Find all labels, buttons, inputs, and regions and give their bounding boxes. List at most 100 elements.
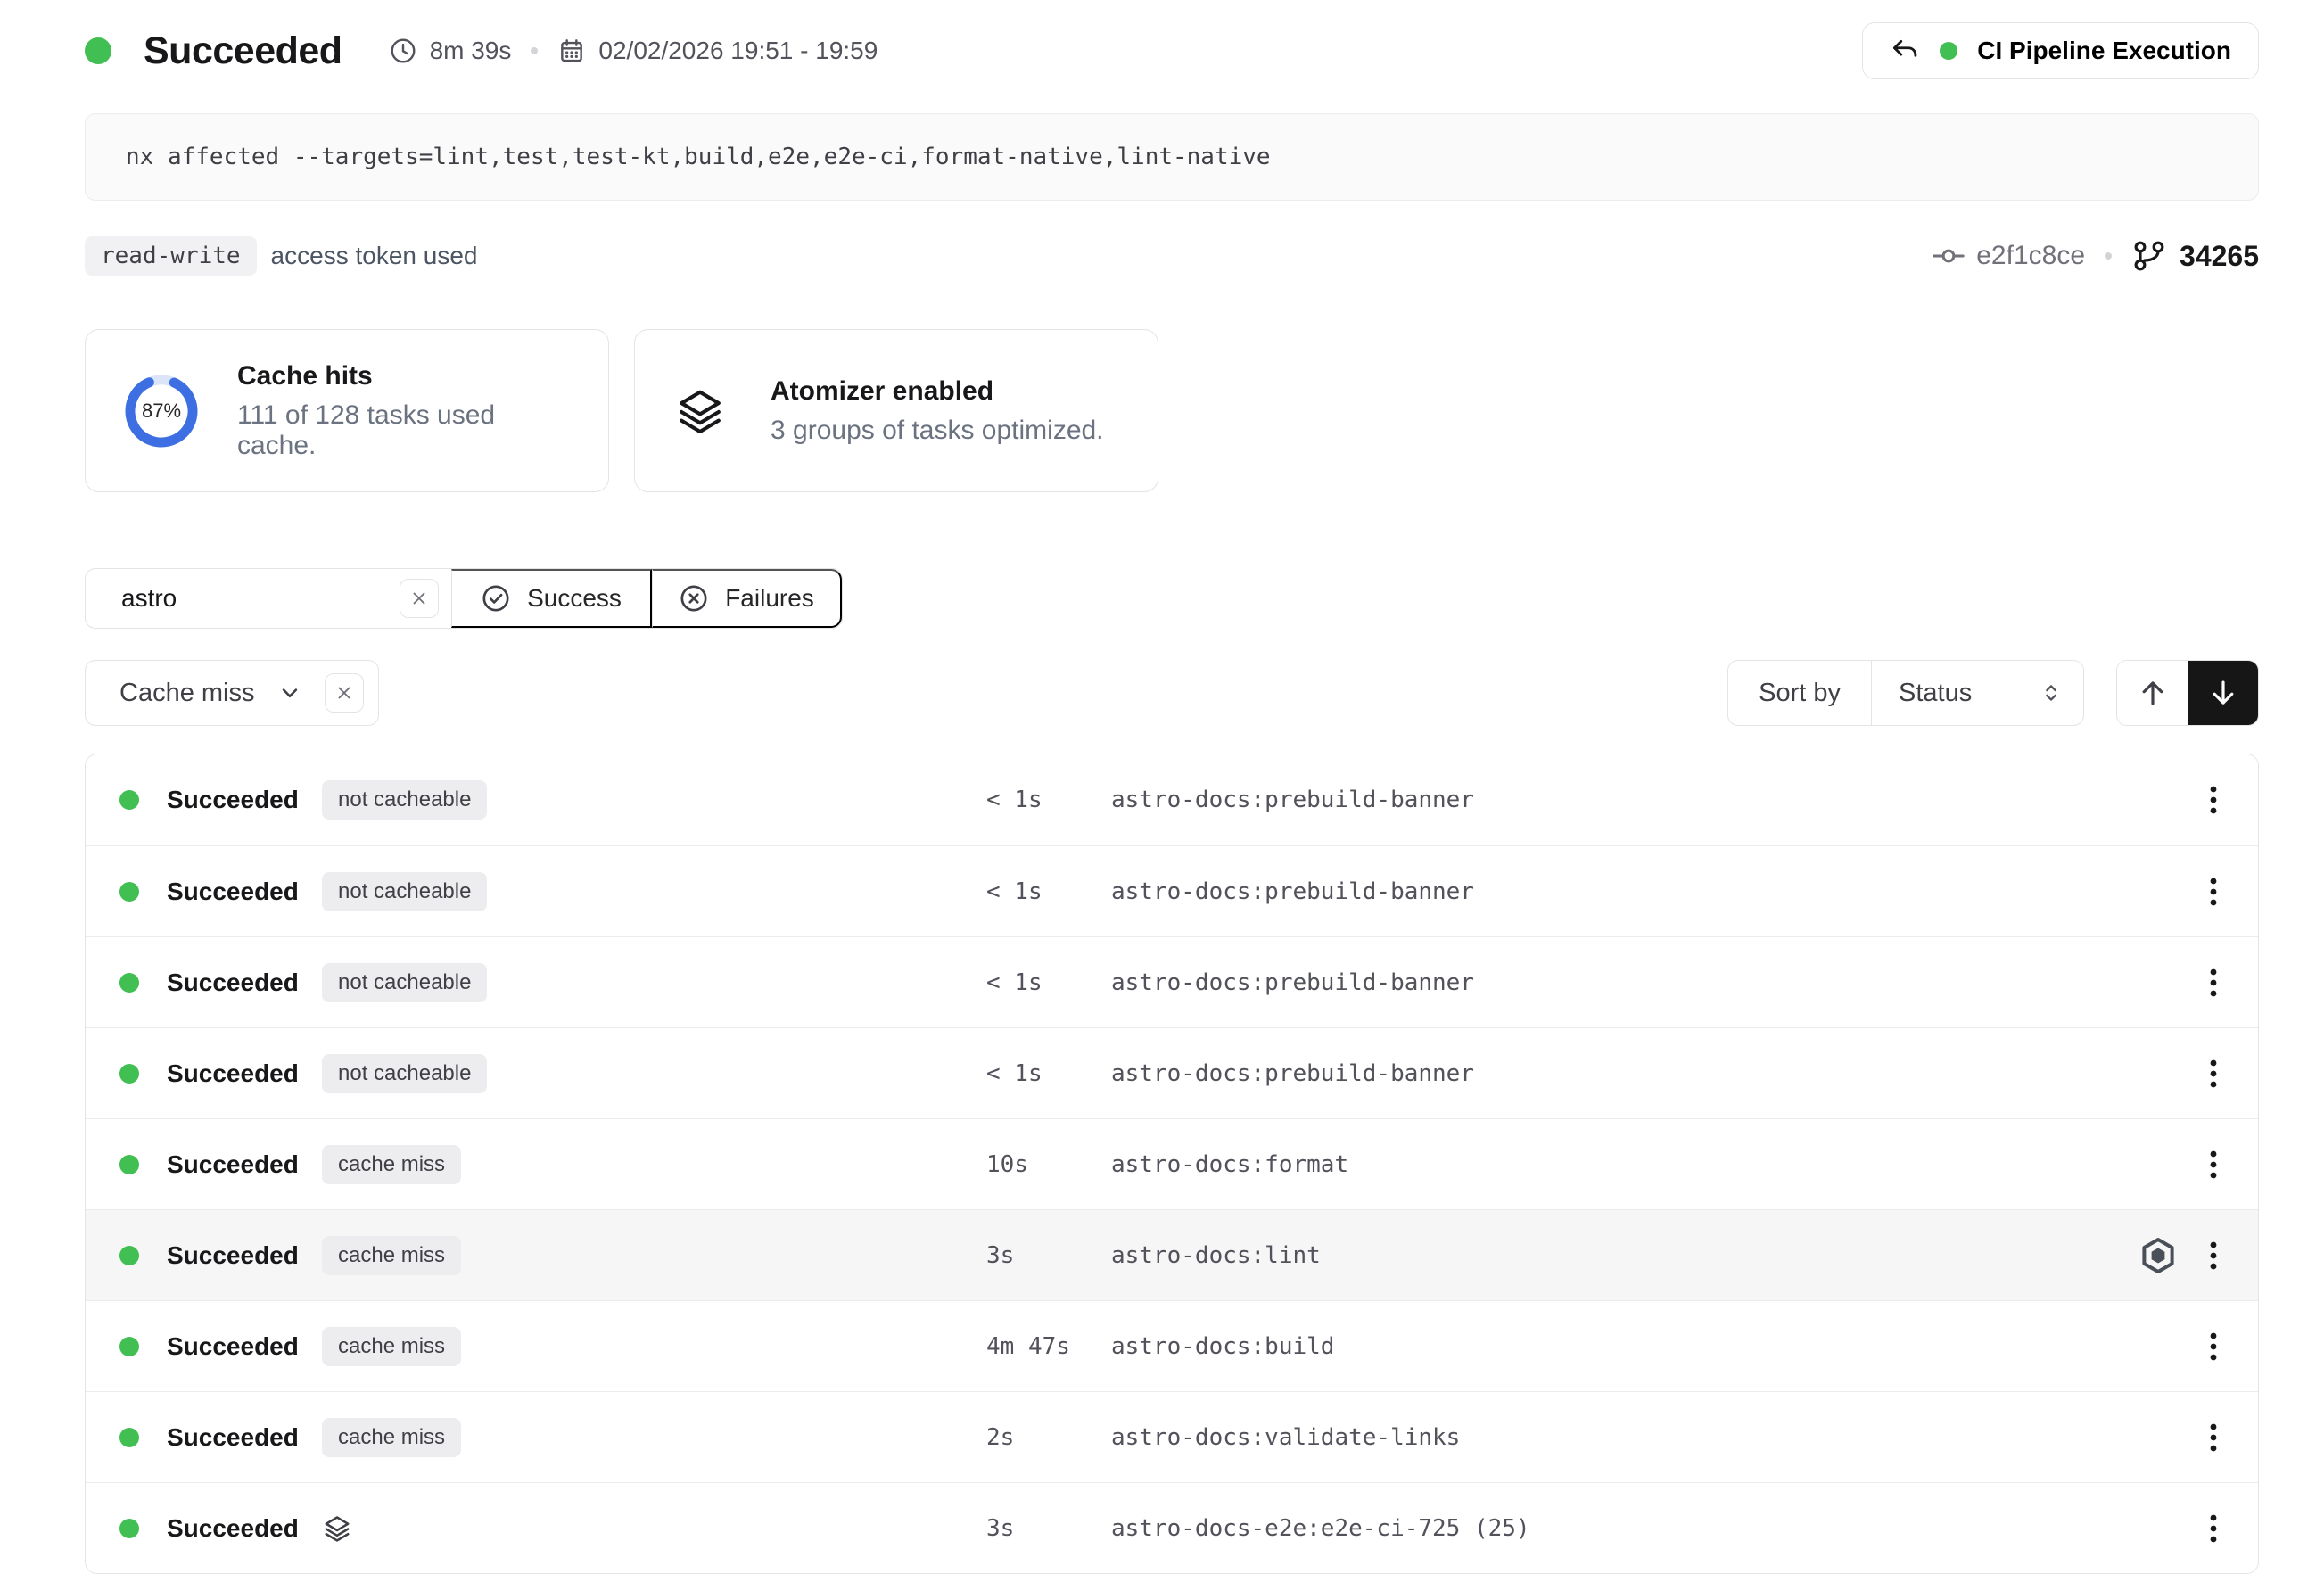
vcs-info: e2f1c8ce 34265 bbox=[1932, 238, 2259, 274]
kebab-menu-icon bbox=[2208, 1329, 2219, 1364]
task-row[interactable]: Succeeded cache miss 4m 47s astro-docs:b… bbox=[86, 1300, 2258, 1391]
atomizer-card: Atomizer enabled 3 groups of tasks optim… bbox=[634, 329, 1158, 492]
sort-ascending-button[interactable] bbox=[2117, 661, 2188, 725]
task-name: astro-docs:format bbox=[1111, 1151, 2208, 1178]
kebab-menu-icon bbox=[2208, 1511, 2219, 1546]
task-row[interactable]: Succeeded not cacheable < 1s astro-docs:… bbox=[86, 936, 2258, 1027]
task-status: Succeeded bbox=[167, 1150, 322, 1179]
cache-badge: not cacheable bbox=[322, 780, 487, 820]
separator-dot bbox=[2105, 252, 2112, 260]
status-dot bbox=[119, 882, 139, 902]
cache-hits-donut: 87% bbox=[125, 375, 198, 448]
row-menu-button[interactable] bbox=[2208, 1329, 2219, 1364]
filter-bar: Success Failures bbox=[85, 568, 843, 629]
run-duration-text: 8m 39s bbox=[430, 37, 512, 65]
row-menu-button[interactable] bbox=[2208, 874, 2219, 910]
search-section bbox=[86, 569, 451, 628]
search-input[interactable] bbox=[119, 583, 400, 614]
status-dot bbox=[119, 1246, 139, 1265]
task-duration: 3s bbox=[986, 1515, 1111, 1542]
task-row[interactable]: Succeeded not cacheable < 1s astro-docs:… bbox=[86, 845, 2258, 936]
task-duration: < 1s bbox=[986, 969, 1111, 996]
filter-failures-label: Failures bbox=[725, 584, 814, 613]
cache-miss-filter-label: Cache miss bbox=[119, 679, 255, 708]
close-icon bbox=[408, 588, 430, 609]
task-name: astro-docs-e2e:e2e-ci-725 (25) bbox=[1111, 1515, 2208, 1542]
task-row[interactable]: Succeeded cache miss 3s astro-docs:lint bbox=[86, 1209, 2258, 1300]
cache-hits-title: Cache hits bbox=[237, 361, 569, 391]
cache-hits-card: 87% Cache hits 111 of 128 tasks used cac… bbox=[85, 329, 609, 492]
row-menu-button[interactable] bbox=[2208, 1056, 2219, 1092]
status-dot bbox=[119, 1519, 139, 1538]
task-row[interactable]: Succeeded not cacheable < 1s astro-docs:… bbox=[86, 1027, 2258, 1118]
row-menu-button[interactable] bbox=[2208, 1420, 2219, 1455]
arrow-up-icon bbox=[2136, 676, 2170, 710]
task-status: Succeeded bbox=[167, 1332, 322, 1361]
cache-hits-percent: 87% bbox=[125, 375, 198, 448]
run-date-range: 02/02/2026 19:51 - 19:59 bbox=[557, 37, 878, 65]
task-duration: < 1s bbox=[986, 1060, 1111, 1087]
task-status: Succeeded bbox=[167, 1241, 322, 1270]
linter-hexagon-button[interactable] bbox=[2139, 1236, 2178, 1275]
task-duration: 2s bbox=[986, 1424, 1111, 1451]
task-row[interactable]: Succeeded cache miss 10s astro-docs:form… bbox=[86, 1118, 2258, 1209]
run-status-title: Succeeded bbox=[144, 29, 342, 73]
sort-descending-button[interactable] bbox=[2188, 661, 2258, 725]
status-dot bbox=[119, 1337, 139, 1356]
status-dot bbox=[119, 1064, 139, 1084]
layers-icon bbox=[674, 385, 726, 437]
task-duration: 3s bbox=[986, 1242, 1111, 1269]
row-menu-button[interactable] bbox=[2208, 1238, 2219, 1273]
pipeline-execution-button[interactable]: CI Pipeline Execution bbox=[1862, 22, 2259, 79]
sort-controls: Sort by Status bbox=[1727, 660, 2259, 726]
cache-badge: not cacheable bbox=[322, 1054, 487, 1093]
cache-miss-filter[interactable]: Cache miss bbox=[85, 660, 379, 726]
task-duration: 4m 47s bbox=[986, 1333, 1111, 1360]
filter-success-button[interactable]: Success bbox=[451, 569, 652, 628]
list-toolbar: Cache miss Sort by Status bbox=[85, 660, 2259, 726]
atomizer-title: Atomizer enabled bbox=[771, 376, 1104, 407]
summary-cards: 87% Cache hits 111 of 128 tasks used cac… bbox=[85, 329, 2259, 492]
run-duration: 8m 39s bbox=[389, 37, 512, 65]
task-row-partial[interactable]: Succeeded 3s astro-docs-e2e:e2e-ci-725 (… bbox=[86, 1482, 2258, 1573]
select-chevrons-icon bbox=[2039, 680, 2064, 705]
task-status: Succeeded bbox=[167, 968, 322, 997]
command-box: nx affected --targets=lint,test,test-kt,… bbox=[85, 113, 2259, 201]
cache-hits-subtitle: 111 of 128 tasks used cache. bbox=[237, 400, 569, 461]
clear-cache-filter-button[interactable] bbox=[325, 673, 364, 713]
row-menu-button[interactable] bbox=[2208, 965, 2219, 1001]
branch-number[interactable]: 34265 bbox=[2180, 240, 2259, 273]
back-arrow-icon bbox=[1890, 36, 1920, 66]
row-menu-button[interactable] bbox=[2208, 1511, 2219, 1546]
run-date-range-text: 02/02/2026 19:51 - 19:59 bbox=[598, 37, 878, 65]
cache-badge: not cacheable bbox=[322, 872, 487, 911]
sort-select[interactable]: Status bbox=[1871, 661, 2083, 725]
task-duration: 10s bbox=[986, 1151, 1111, 1178]
status-dot bbox=[119, 1428, 139, 1447]
task-name: astro-docs:prebuild-banner bbox=[1111, 1060, 2208, 1087]
task-name: astro-docs:build bbox=[1111, 1333, 2208, 1360]
token-label: access token used bbox=[271, 242, 478, 270]
filter-success-label: Success bbox=[527, 584, 622, 613]
filter-failures-button[interactable]: Failures bbox=[652, 569, 842, 628]
row-menu-button[interactable] bbox=[2208, 1147, 2219, 1183]
cache-badge: cache miss bbox=[322, 1145, 461, 1184]
task-row[interactable]: Succeeded cache miss 2s astro-docs:valid… bbox=[86, 1391, 2258, 1482]
sort-group: Sort by Status bbox=[1727, 660, 2084, 726]
task-row[interactable]: Succeeded not cacheable < 1s astro-docs:… bbox=[86, 754, 2258, 845]
sort-direction-group bbox=[2116, 660, 2259, 726]
clear-search-button[interactable] bbox=[400, 579, 439, 618]
sort-select-value: Status bbox=[1899, 679, 2039, 708]
task-name: astro-docs:validate-links bbox=[1111, 1424, 2208, 1451]
separator-dot bbox=[531, 47, 538, 54]
commit-sha[interactable]: e2f1c8ce bbox=[1976, 241, 2085, 271]
atomizer-subtitle: 3 groups of tasks optimized. bbox=[771, 416, 1104, 446]
task-status: Succeeded bbox=[167, 1059, 322, 1088]
hexagon-icon bbox=[2139, 1236, 2178, 1275]
close-icon bbox=[334, 682, 355, 704]
run-header: Succeeded 8m 39s 02/02/2026 19:51 - 19:5… bbox=[85, 22, 2259, 79]
kebab-menu-icon bbox=[2208, 874, 2219, 910]
kebab-menu-icon bbox=[2208, 1238, 2219, 1273]
row-menu-button[interactable] bbox=[2208, 782, 2219, 818]
kebab-menu-icon bbox=[2208, 1420, 2219, 1455]
